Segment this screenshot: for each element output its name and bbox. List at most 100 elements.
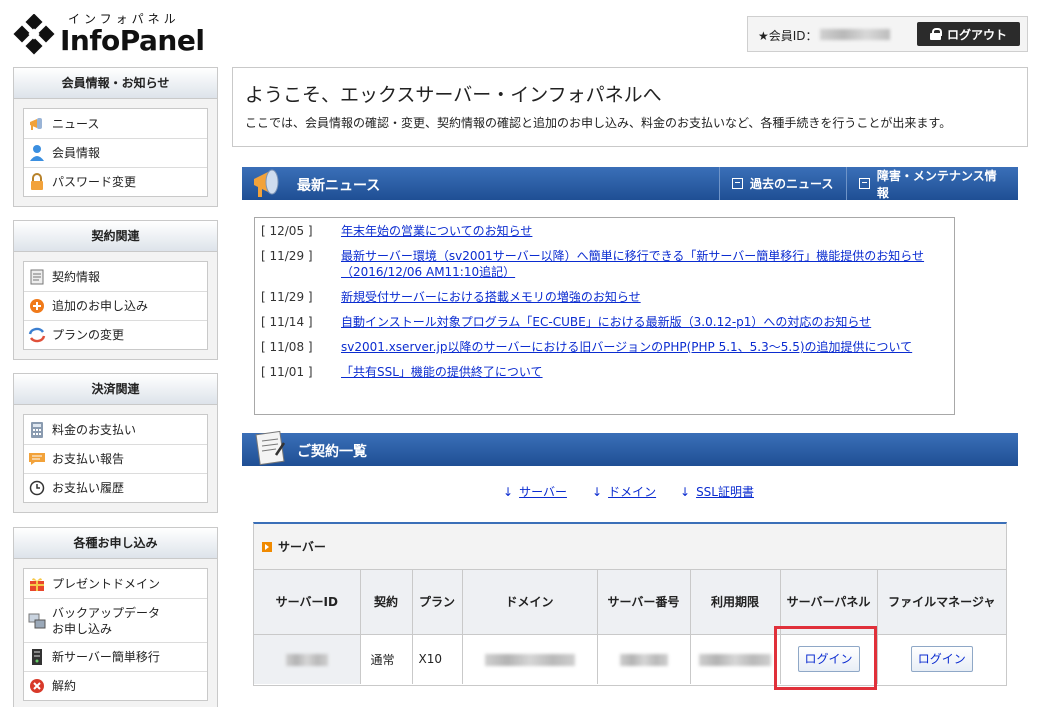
chat-icon <box>28 450 46 468</box>
sidebar-item-member-info[interactable]: 会員情報 <box>24 138 207 167</box>
past-news-button[interactable]: 過去のニュース <box>719 167 845 200</box>
server-table: サーバーID 契約 プラン ドメイン サーバー番号 利用期限 サーバーパネル フ… <box>254 570 1006 684</box>
list-item: [ 11/29 ] 新規受付サーバーにおける搭載メモリの増強のお知らせ <box>261 289 954 305</box>
document-icon <box>28 268 46 286</box>
infopanel-logo[interactable]: インフォパネル InfoPanel <box>12 10 212 58</box>
column-header: プラン <box>412 570 463 635</box>
news-date: [ 11/08 ] <box>261 340 313 354</box>
column-header: サーバー番号 <box>597 570 691 635</box>
welcome-title: ようこそ、エックスサーバー・インフォパネルへ <box>245 84 662 106</box>
sidebar-item-server-migration[interactable]: 新サーバー簡単移行 <box>24 642 207 671</box>
server-contract-box: サーバー サーバーID 契約 プラン ドメイン サーバー番号 利用期限 サーバー… <box>253 522 1007 686</box>
news-date: [ 11/14 ] <box>261 315 313 329</box>
list-item: [ 11/14 ] 自動インストール対象プログラム「EC-CUBE」における最新… <box>261 314 954 330</box>
sidebar-item-password[interactable]: パスワード変更 <box>24 167 207 196</box>
lock-icon <box>28 173 46 191</box>
sidebar-panel-member: 会員情報・お知らせ ニュース 会員情報 パスワード変更 <box>13 67 218 207</box>
sidebar-item-plan-change[interactable]: プランの変更 <box>24 320 207 349</box>
news-link[interactable]: 年末年始の営業についてのお知らせ <box>341 223 532 239</box>
news-link[interactable]: 自動インストール対象プログラム「EC-CUBE」における最新版（3.0.12-p… <box>341 314 871 330</box>
sidebar-item-present-domain[interactable]: プレゼントドメイン <box>24 569 207 598</box>
maintenance-info-button[interactable]: 障害・メンテナンス情報 <box>846 167 1018 200</box>
sidebar-item-cancel[interactable]: 解約 <box>24 671 207 700</box>
member-id-value-redacted <box>820 29 890 40</box>
sidebar-item-news[interactable]: ニュース <box>24 109 207 138</box>
arrow-box-icon <box>732 178 743 189</box>
arrow-down-icon: ↓ <box>503 485 514 499</box>
news-link[interactable]: 新規受付サーバーにおける搭載メモリの増強のお知らせ <box>341 289 641 305</box>
sidebar-item-add-order[interactable]: 追加のお申し込み <box>24 291 207 320</box>
cancel-icon <box>28 677 46 695</box>
diamond-logo-icon <box>13 14 55 55</box>
domain-cell <box>462 634 598 684</box>
redacted-value <box>484 653 575 666</box>
sidebar-panel-title: 決済関連 <box>14 374 217 405</box>
news-date: [ 11/29 ] <box>261 249 313 263</box>
arrow-box-icon <box>859 178 870 189</box>
server-icon <box>28 648 46 666</box>
news-link[interactable]: sv2001.xserver.jp以降のサーバーにおける旧バージョンのPHP(P… <box>341 339 912 355</box>
list-item: [ 11/29 ] 最新サーバー環境（sv2001サーバー以降）へ簡単に移行でき… <box>261 248 954 280</box>
news-section-header: 最新ニュース 過去のニュース 障害・メンテナンス情報 <box>242 167 1018 200</box>
list-item: [ 11/01 ] 「共有SSL」機能の提供終了について <box>261 364 954 380</box>
list-item: [ 12/05 ] 年末年始の営業についてのお知らせ <box>261 223 954 239</box>
sidebar-item-backup-request[interactable]: バックアップデータ お申し込み <box>24 598 207 642</box>
server-id-cell <box>254 634 361 684</box>
server-heading: サーバー <box>254 524 1006 570</box>
plus-icon <box>28 297 46 315</box>
news-link[interactable]: 最新サーバー環境（sv2001サーバー以降）へ簡単に移行できる「新サーバー簡単移… <box>341 248 924 280</box>
server-number-cell <box>597 634 691 684</box>
logout-button[interactable]: ログアウト <box>917 22 1020 46</box>
sidebar-item-contract-info[interactable]: 契約情報 <box>24 262 207 291</box>
news-date: [ 11/29 ] <box>261 290 313 304</box>
anchor-server[interactable]: ↓ サーバー <box>503 483 567 500</box>
arrow-down-icon: ↓ <box>592 485 603 499</box>
gift-icon <box>28 575 46 593</box>
sidebar-panel-title: 会員情報・お知らせ <box>14 68 217 99</box>
file-manager-cell: ログイン <box>877 634 1006 684</box>
news-date: [ 11/01 ] <box>261 365 313 379</box>
highlight-annotation-box <box>774 626 877 690</box>
anchor-ssl[interactable]: ↓ SSL証明書 <box>680 483 754 500</box>
welcome-box: ようこそ、エックスサーバー・インフォパネルへ ここでは、会員情報の確認・変更、契… <box>232 67 1028 147</box>
sidebar-item-payment[interactable]: 料金のお支払い <box>24 415 207 444</box>
contract-section-header: ご契約一覧 <box>242 430 1018 466</box>
megaphone-icon <box>28 115 46 133</box>
redacted-value <box>285 653 328 666</box>
table-row: 通常 X10 ログイン ログイン <box>254 634 1006 684</box>
logout-label: ログアウト <box>946 27 1007 42</box>
sidebar-panel-applications: 各種お申し込み プレゼントドメイン バックアップデータ お申し込み 新サーバー簡… <box>13 527 218 707</box>
news-date: [ 12/05 ] <box>261 224 313 238</box>
clock-icon <box>28 479 46 497</box>
sidebar-panel-payment: 決済関連 料金のお支払い お支払い報告 お支払い履歴 <box>13 373 218 513</box>
contract-cell: 通常 <box>360 634 413 684</box>
arrow-down-icon: ↓ <box>680 485 691 499</box>
file-manager-login-button[interactable]: ログイン <box>910 646 973 673</box>
sidebar-panel-title: 各種お申し込み <box>14 528 217 559</box>
member-id-label: ★会員ID： <box>758 29 818 43</box>
list-item: [ 11/08 ] sv2001.xserver.jp以降のサーバーにおける旧バ… <box>261 339 954 355</box>
refresh-icon <box>28 326 46 344</box>
contract-document-icon <box>255 430 286 466</box>
sidebar-item-payment-history[interactable]: お支払い履歴 <box>24 473 207 502</box>
column-header: サーバーパネル <box>780 570 878 635</box>
anchor-domain[interactable]: ↓ ドメイン <box>592 483 656 500</box>
backup-icon <box>28 612 46 630</box>
column-header: 契約 <box>360 570 413 635</box>
plan-cell: X10 <box>412 634 463 684</box>
column-header: 利用期限 <box>690 570 781 635</box>
news-link[interactable]: 「共有SSL」機能の提供終了について <box>341 364 543 380</box>
calculator-icon <box>28 421 46 439</box>
redacted-value <box>699 653 771 666</box>
contract-section-title: ご契約一覧 <box>297 444 367 460</box>
logo-text: InfoPanel <box>60 24 205 57</box>
member-info-box: ★会員ID： ログアウト <box>747 16 1028 52</box>
sidebar-panel-title: 契約関連 <box>14 221 217 252</box>
lock-icon <box>929 28 942 40</box>
welcome-description: ここでは、会員情報の確認・変更、契約情報の確認と追加のお申し込み、料金のお支払い… <box>245 116 952 130</box>
sidebar-item-payment-report[interactable]: お支払い報告 <box>24 444 207 473</box>
column-header: ドメイン <box>462 570 598 635</box>
megaphone-icon <box>254 169 279 197</box>
user-icon <box>28 144 46 162</box>
news-section-title: 最新ニュース <box>297 178 381 194</box>
